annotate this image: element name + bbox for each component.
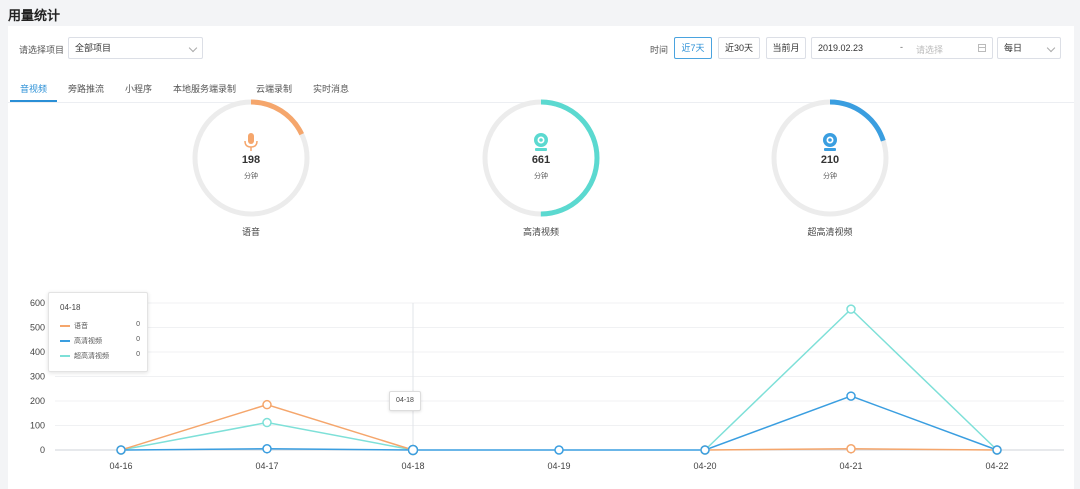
data-point <box>846 444 856 454</box>
data-point <box>262 417 272 428</box>
data-point <box>992 445 1002 455</box>
x-tick-label: 04-19 <box>547 461 570 471</box>
tooltip-series-name: 语音 <box>74 323 88 330</box>
tooltip-series-value: 0 <box>136 336 140 343</box>
data-point <box>846 391 856 401</box>
x-tick-label: 04-18 <box>401 461 424 471</box>
tooltip-row: 语音 0 <box>60 321 140 331</box>
x-tick-label: 04-20 <box>693 461 716 471</box>
y-tick-label: 500 <box>30 323 45 333</box>
legend-swatch <box>60 325 70 327</box>
data-point <box>700 445 710 455</box>
data-point <box>846 304 856 314</box>
data-point <box>262 399 272 410</box>
usage-line-chart: 0 100 200 300 400 500 600 04-16 04-17 04-18 04-19 0… <box>30 298 1064 471</box>
series-line <box>120 395 998 451</box>
tooltip-series-value: 0 <box>136 351 140 358</box>
x-tick-label: 04-22 <box>985 461 1008 471</box>
y-tick-label: 200 <box>30 396 45 406</box>
y-tick-label: 300 <box>30 372 45 382</box>
tooltip-series-name: 超高清视频 <box>74 353 109 360</box>
y-tick-label: 400 <box>30 347 45 357</box>
chart-tooltip: 04-18 语音 0 高清视频 0 超高清视频 0 <box>48 292 148 372</box>
legend-swatch <box>60 355 70 357</box>
y-tick-label: 0 <box>40 445 45 455</box>
data-point <box>262 444 272 454</box>
tooltip-series-value: 0 <box>136 321 140 328</box>
x-tick-label: 04-21 <box>839 461 862 471</box>
hover-point-label: 04-18 <box>389 391 421 411</box>
series-line <box>120 403 414 451</box>
y-tick-label: 600 <box>30 298 45 308</box>
tooltip-row: 超高清视频 0 <box>60 351 140 361</box>
data-point <box>554 445 564 455</box>
series-line <box>704 308 998 451</box>
tooltip-title: 04-18 <box>60 303 81 312</box>
data-point <box>407 444 419 456</box>
legend-swatch <box>60 340 70 342</box>
y-tick-label: 100 <box>30 421 45 431</box>
x-tick-label: 04-16 <box>109 461 132 471</box>
tooltip-series-name: 高清视频 <box>74 338 102 345</box>
tooltip-row: 高清视频 0 <box>60 336 140 346</box>
data-point <box>116 445 126 455</box>
x-tick-label: 04-17 <box>255 461 278 471</box>
